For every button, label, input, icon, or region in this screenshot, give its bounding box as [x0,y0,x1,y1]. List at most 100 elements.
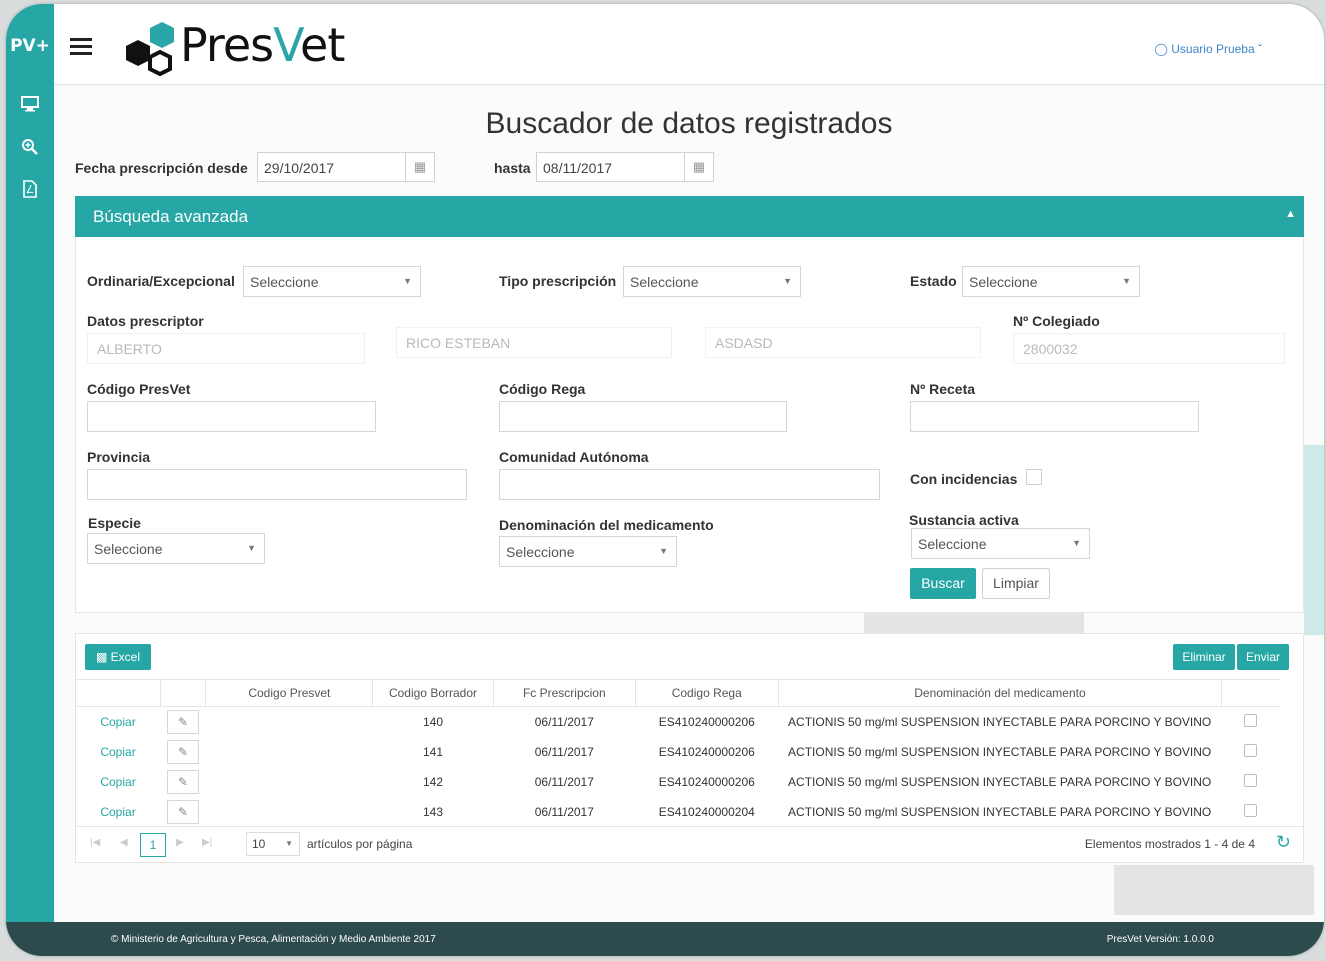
especie-select[interactable]: Seleccione ▼ [87,533,265,564]
presvet-logo-icon [126,22,174,77]
cell-borrador: 140 [422,715,443,729]
prev-page-icon[interactable]: ◀ [120,837,128,848]
dropdown-arrow-icon: ▼ [285,839,293,848]
user-name: Usuario Prueba [1171,42,1255,56]
user-menu[interactable]: ◯ Usuario Prueba ˇ [1154,42,1262,56]
cell-borrador: 142 [422,775,443,789]
background-hexagon [1114,865,1314,915]
column-header-borrador[interactable]: Codigo Borrador [372,679,494,707]
dropdown-arrow-icon: ▼ [1122,276,1131,286]
comunidad-label: Comunidad Autónoma [499,449,649,465]
results-table: Codigo Presvet Codigo Borrador Fc Prescr… [76,679,1280,827]
advanced-search-panel: Ordinaria/Excepcional Seleccione ▼ Tipo p… [75,237,1304,613]
calendar-icon[interactable]: ▦ [405,153,434,181]
sidebar: PV+ [6,4,54,956]
denominacion-select[interactable]: Seleccione ▼ [499,536,677,567]
refresh-icon[interactable]: ↻ [1276,832,1291,853]
current-page[interactable]: 1 [140,833,166,857]
cell-medicamento: ACTIONIS 50 mg/ml SUSPENSION INYECTABLE … [788,805,1212,819]
codigo-rega-input[interactable] [499,401,787,432]
last-page-icon[interactable]: ▶| [202,837,212,848]
receta-label: Nº Receta [910,381,976,397]
edit-pencil-icon[interactable]: ✎ [167,770,199,794]
denominacion-label: Denominación del medicamento [499,517,714,533]
background-hexagon [1304,445,1324,635]
edit-pencil-icon[interactable]: ✎ [167,710,199,734]
eliminar-button[interactable]: Eliminar [1173,644,1235,670]
column-header-action [76,679,161,707]
edit-pencil-icon[interactable]: ✎ [167,740,199,764]
sustancia-select[interactable]: Seleccione ▼ [911,528,1090,559]
excel-button-label: Excel [110,650,141,664]
table-row: Copiar ✎ 140 06/11/2017 ES410240000206 A… [76,707,1280,738]
copiar-link[interactable]: Copiar [100,745,135,759]
tipo-prescripcion-select[interactable]: Seleccione ▼ [623,266,801,297]
ordinaria-select[interactable]: Seleccione ▼ [243,266,421,297]
colegiado-label: Nº Colegiado [1013,313,1100,329]
codigo-presvet-label: Código PresVet [87,381,191,397]
cell-medicamento: ACTIONIS 50 mg/ml SUSPENSION INYECTABLE … [788,775,1212,789]
calendar-icon[interactable]: ▦ [684,153,713,181]
dropdown-arrow-icon: ▼ [659,546,668,556]
cell-rega: ES410240000206 [658,775,755,789]
search-zoom-icon[interactable] [20,137,40,157]
cell-presvet [206,797,373,827]
date-from-field[interactable]: 29/10/2017 ▦ [257,152,435,182]
main-content: Buscador de datos registrados Fecha pres… [54,85,1324,922]
footer: © Ministerio de Agricultura y Pesca, Ali… [6,922,1324,956]
next-page-icon[interactable]: ▶ [176,837,184,848]
row-checkbox[interactable] [1244,744,1258,757]
column-header-presvet[interactable]: Codigo Presvet [205,679,373,707]
chevron-down-icon: ˇ [1258,42,1262,56]
cell-fecha: 06/11/2017 [534,715,594,729]
sustancia-select-value: Seleccione [918,536,987,552]
table-header-row: Codigo Presvet Codigo Borrador Fc Prescr… [76,679,1280,707]
collapse-caret-icon[interactable]: ▲ [1285,208,1296,220]
column-header-fecha[interactable]: Fc Prescripcion [492,679,636,707]
pdf-icon[interactable] [20,179,40,199]
page-size-value: 10 [252,837,266,851]
codigo-presvet-input[interactable] [87,401,376,432]
results-grid: ▩ Excel Eliminar Enviar Codigo Presvet C… [75,633,1304,863]
receta-input[interactable] [910,401,1199,432]
cell-rega: ES410240000204 [658,805,755,819]
buscar-button[interactable]: Buscar [910,568,976,599]
date-to-field[interactable]: 08/11/2017 ▦ [536,152,714,182]
prescriptor-label: Datos prescriptor [87,313,204,329]
enviar-button[interactable]: Enviar [1237,644,1289,670]
estado-select[interactable]: Seleccione ▼ [962,266,1140,297]
dropdown-arrow-icon: ▼ [403,276,412,286]
copiar-link[interactable]: Copiar [100,775,135,789]
sustancia-label: Sustancia activa [909,512,1019,528]
table-row: Copiar ✎ 142 06/11/2017 ES410240000206 A… [76,767,1280,797]
advanced-search-header[interactable]: Búsqueda avanzada ▲ [75,196,1304,237]
estado-label: Estado [910,273,957,289]
row-checkbox[interactable] [1244,804,1258,817]
presvet-logo-text: PresVet [180,18,345,72]
provincia-input[interactable] [87,469,467,500]
copiar-link[interactable]: Copiar [100,805,135,819]
page-size-select[interactable]: 10 ▼ [246,832,300,856]
limpiar-button[interactable]: Limpiar [982,568,1050,599]
first-page-icon[interactable]: |◀ [90,837,100,848]
column-header-rega[interactable]: Codigo Rega [634,679,779,707]
excel-button[interactable]: ▩ Excel [85,644,151,670]
comunidad-input[interactable] [499,469,880,500]
cell-rega: ES410240000206 [658,745,755,759]
cell-medicamento: ACTIONIS 50 mg/ml SUSPENSION INYECTABLE … [788,745,1212,759]
edit-pencil-icon[interactable]: ✎ [167,800,199,824]
per-page-label: artículos por página [307,837,413,851]
date-from-label: Fecha prescripción desde [75,160,248,176]
especie-label: Especie [88,515,141,531]
row-checkbox[interactable] [1244,774,1258,787]
monitor-icon[interactable] [20,94,40,114]
cell-medicamento: ACTIONIS 50 mg/ml SUSPENSION INYECTABLE … [788,715,1212,729]
copiar-link[interactable]: Copiar [100,715,135,729]
incidencias-checkbox[interactable] [1026,469,1042,485]
sidebar-brand[interactable]: PV+ [6,36,54,56]
hamburger-menu-icon[interactable] [70,38,92,59]
column-header-medicamento[interactable]: Denominación del medicamento [777,679,1222,707]
top-bar: PresVet ◯ Usuario Prueba ˇ [54,4,1324,85]
footer-copyright: © Ministerio de Agricultura y Pesca, Ali… [111,934,436,945]
row-checkbox[interactable] [1244,714,1258,727]
